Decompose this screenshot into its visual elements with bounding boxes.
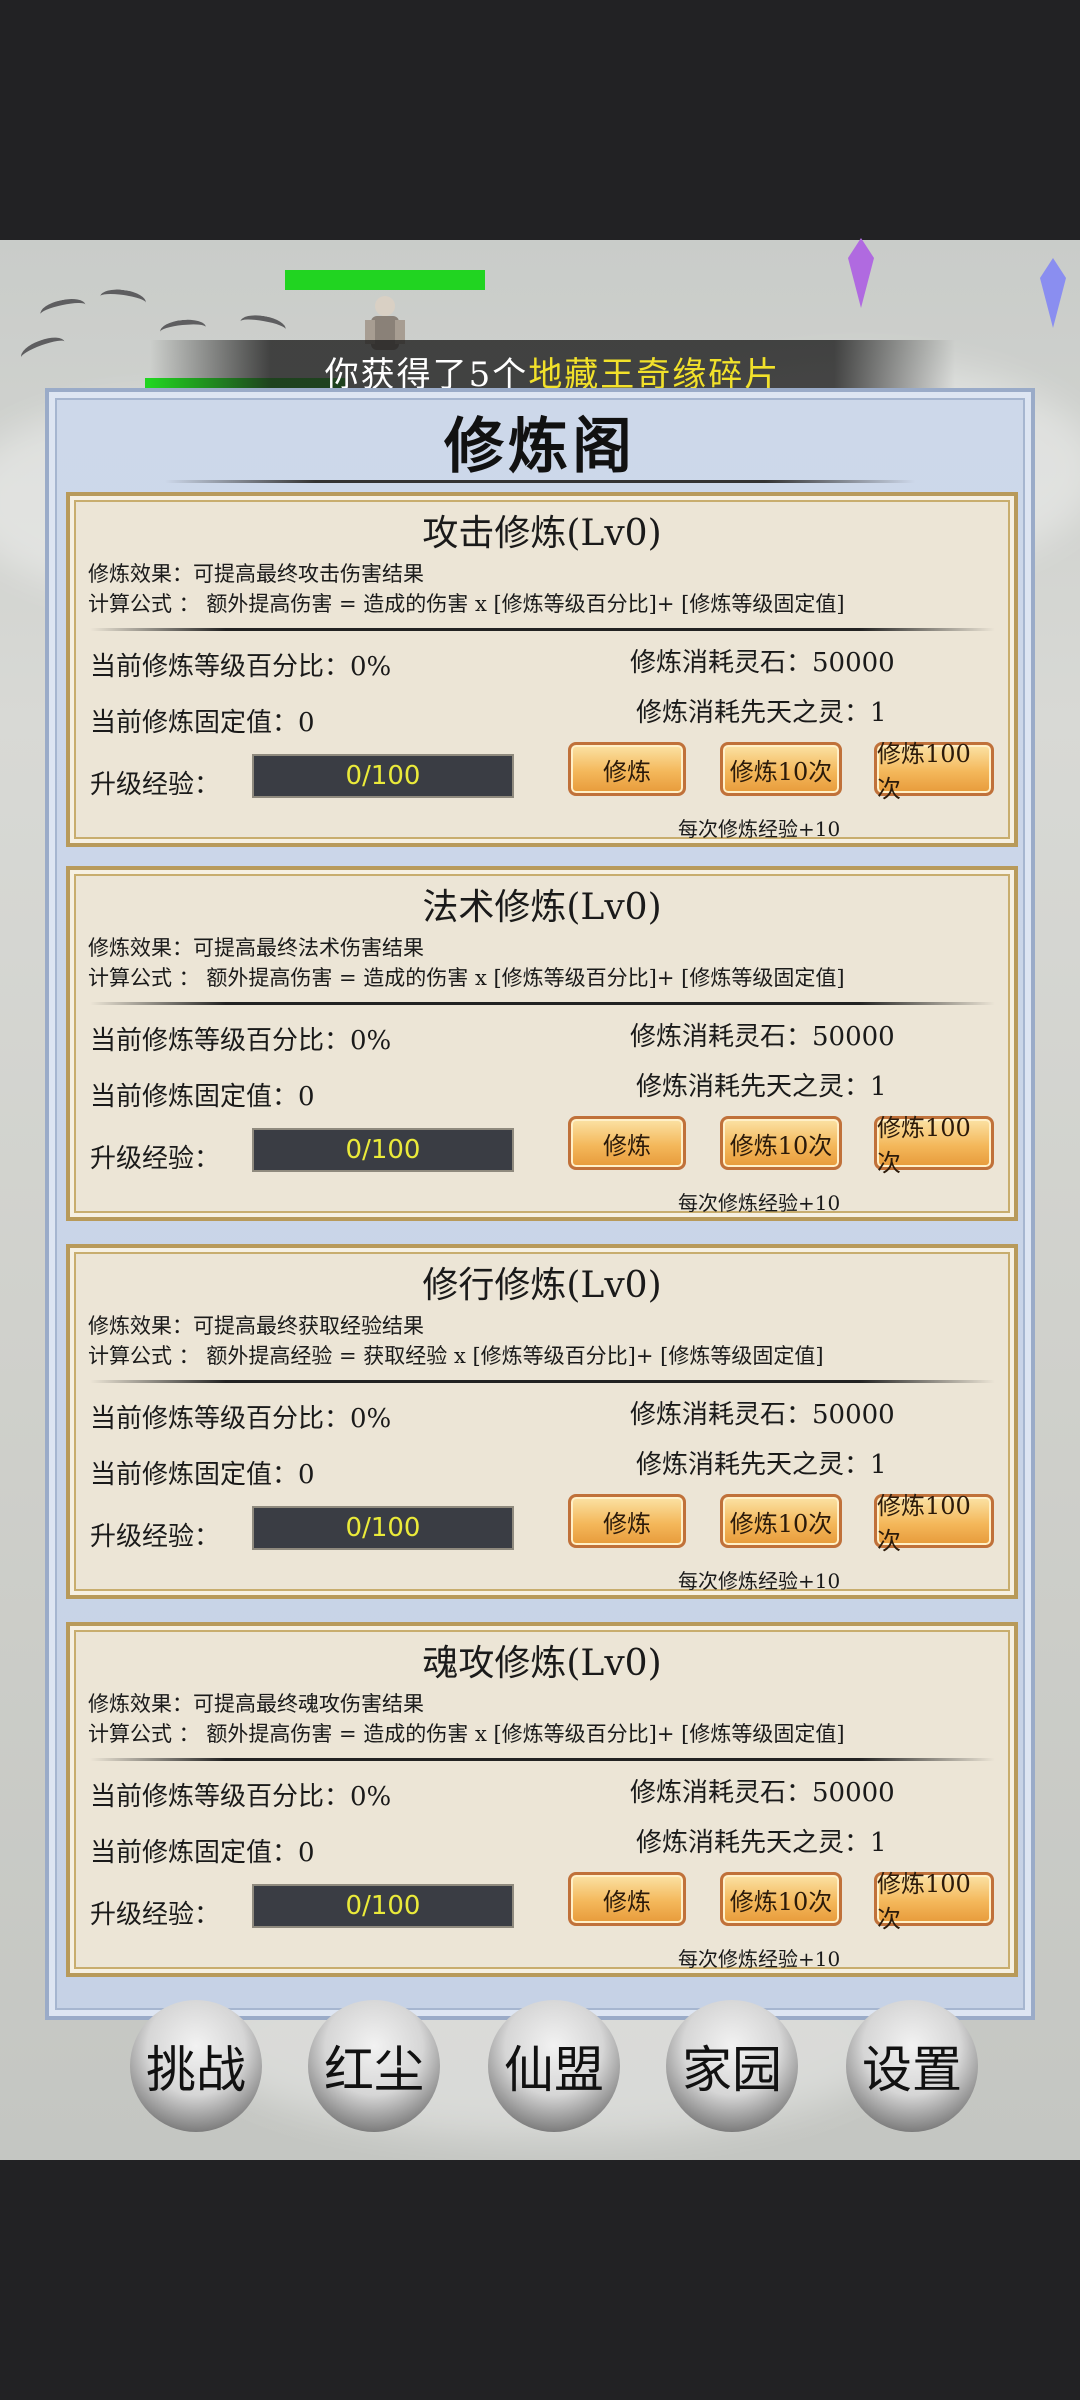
level-fixed: 当前修炼固定值：0 <box>90 708 315 738</box>
exp-progress-bar: 0/100 <box>252 1884 514 1928</box>
exp-per-cultivate-note: 每次修炼经验+10 <box>678 1191 841 1215</box>
cost-spirit-stone: 修炼消耗灵石：50000 <box>630 1022 895 1052</box>
exp-progress-bar: 0/100 <box>252 1506 514 1550</box>
practice-cultivation-card: 修行修炼(Lv0) 修炼效果：可提高最终获取经验结果 计算公式 ： 额外提高经验… <box>66 1244 1018 1599</box>
card-divider <box>90 1002 995 1005</box>
level-percent: 当前修炼等级百分比：0% <box>90 652 392 682</box>
card-title: 法术修炼(Lv0) <box>422 887 662 928</box>
card-effect: 修炼效果：可提高最终法术伤害结果 <box>88 936 424 960</box>
card-effect: 修炼效果：可提高最终魂攻伤害结果 <box>88 1692 424 1716</box>
magic-cultivation-card: 法术修炼(Lv0) 修炼效果：可提高最终法术伤害结果 计算公式 ： 额外提高伤害… <box>66 866 1018 1221</box>
crystal-icon <box>848 238 874 308</box>
cultivate-10-button[interactable]: 修炼10次 <box>720 1872 842 1926</box>
level-percent: 当前修炼等级百分比：0% <box>90 1404 392 1434</box>
cultivate-100-button[interactable]: 修炼100次 <box>874 1870 994 1933</box>
exp-value: 0/100 <box>345 761 421 791</box>
navigation-bar-area <box>0 2160 1080 2400</box>
cultivate-10-button[interactable]: 修炼10次 <box>720 1494 842 1548</box>
card-title: 魂攻修炼(Lv0) <box>422 1643 662 1684</box>
cultivate-100-button[interactable]: 修炼100次 <box>874 1114 994 1177</box>
card-title: 攻击修炼(Lv0) <box>422 513 662 554</box>
level-fixed: 当前修炼固定值：0 <box>90 1082 315 1112</box>
card-effect: 修炼效果：可提高最终获取经验结果 <box>88 1314 424 1338</box>
cultivate-10-button[interactable]: 修炼10次 <box>720 742 842 796</box>
exp-value: 0/100 <box>345 1513 421 1543</box>
nav-settings-button[interactable]: 设置 <box>846 2000 978 2132</box>
exp-value: 0/100 <box>345 1135 421 1165</box>
cultivate-100-button[interactable]: 修炼100次 <box>874 740 994 803</box>
cost-innate-spirit: 修炼消耗先天之灵：1 <box>636 1828 887 1858</box>
crystal-icon <box>1040 258 1066 328</box>
exp-per-cultivate-note: 每次修炼经验+10 <box>678 817 841 841</box>
cost-innate-spirit: 修炼消耗先天之灵：1 <box>636 1072 887 1102</box>
nav-hongchen-button[interactable]: 红尘 <box>308 2000 440 2132</box>
cultivate-button[interactable]: 修炼 <box>568 1116 686 1170</box>
cultivate-100-button[interactable]: 修炼100次 <box>874 1492 994 1555</box>
attack-cultivation-card: 攻击修炼(Lv0) 修炼效果：可提高最终攻击伤害结果 计算公式 ： 额外提高伤害… <box>66 492 1018 847</box>
soul-attack-cultivation-card: 魂攻修炼(Lv0) 修炼效果：可提高最终魂攻伤害结果 计算公式 ： 额外提高伤害… <box>66 1622 1018 1977</box>
cost-spirit-stone: 修炼消耗灵石：50000 <box>630 648 895 678</box>
level-percent: 当前修炼等级百分比：0% <box>90 1782 392 1812</box>
exp-label: 升级经验： <box>90 770 221 800</box>
title-divider <box>165 480 915 483</box>
exp-per-cultivate-note: 每次修炼经验+10 <box>678 1947 841 1971</box>
exp-per-cultivate-note: 每次修炼经验+10 <box>678 1569 841 1593</box>
card-divider <box>90 628 995 631</box>
cost-spirit-stone: 修炼消耗灵石：50000 <box>630 1400 895 1430</box>
cultivate-10-button[interactable]: 修炼10次 <box>720 1116 842 1170</box>
nav-challenge-button[interactable]: 挑战 <box>130 2000 262 2132</box>
cost-innate-spirit: 修炼消耗先天之灵：1 <box>636 1450 887 1480</box>
card-divider <box>90 1758 995 1761</box>
exp-progress-bar: 0/100 <box>252 1128 514 1172</box>
exp-label: 升级经验： <box>90 1522 221 1552</box>
nav-home-button[interactable]: 家园 <box>666 2000 798 2132</box>
status-bar-area <box>0 0 1080 240</box>
exp-label: 升级经验： <box>90 1144 221 1174</box>
card-title: 修行修炼(Lv0) <box>422 1265 662 1306</box>
cost-innate-spirit: 修炼消耗先天之灵：1 <box>636 698 887 728</box>
card-divider <box>90 1380 995 1383</box>
enemy-hp-bar <box>285 270 485 290</box>
cost-spirit-stone: 修炼消耗灵石：50000 <box>630 1778 895 1808</box>
card-effect: 修炼效果：可提高最终攻击伤害结果 <box>88 562 424 586</box>
level-fixed: 当前修炼固定值：0 <box>90 1460 315 1490</box>
card-formula: 计算公式 ： 额外提高伤害 = 造成的伤害 x [修炼等级百分比]+ [修炼等级… <box>88 966 845 990</box>
level-fixed: 当前修炼固定值：0 <box>90 1838 315 1868</box>
exp-value: 0/100 <box>345 1891 421 1921</box>
exp-progress-bar: 0/100 <box>252 754 514 798</box>
cultivate-button[interactable]: 修炼 <box>568 1494 686 1548</box>
card-formula: 计算公式 ： 额外提高经验 = 获取经验 x [修炼等级百分比]+ [修炼等级固… <box>88 1344 824 1368</box>
cultivate-button[interactable]: 修炼 <box>568 742 686 796</box>
exp-label: 升级经验： <box>90 1900 221 1930</box>
card-formula: 计算公式 ： 额外提高伤害 = 造成的伤害 x [修炼等级百分比]+ [修炼等级… <box>88 592 845 616</box>
card-formula: 计算公式 ： 额外提高伤害 = 造成的伤害 x [修炼等级百分比]+ [修炼等级… <box>88 1722 845 1746</box>
level-percent: 当前修炼等级百分比：0% <box>90 1026 392 1056</box>
panel-title: 修炼阁 <box>444 412 636 482</box>
cultivate-button[interactable]: 修炼 <box>568 1872 686 1926</box>
nav-xianmeng-button[interactable]: 仙盟 <box>488 2000 620 2132</box>
